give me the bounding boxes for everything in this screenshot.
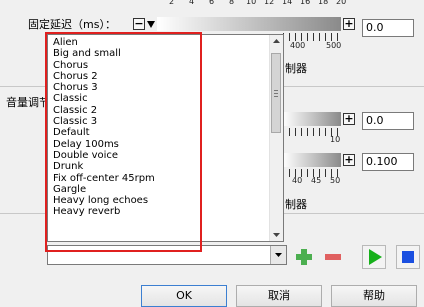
delay-slider-thumb[interactable] <box>146 18 156 30</box>
tick-number: 2 <box>169 0 175 6</box>
second-value-field[interactable]: 0.100 <box>362 153 414 171</box>
delay-slider-track[interactable] <box>157 17 341 31</box>
scroll-up-icon[interactable] <box>270 35 283 48</box>
scroll-down-icon[interactable] <box>270 228 283 241</box>
volume-label: 音量调节 <box>6 96 50 109</box>
tick-number: 14 <box>282 0 293 6</box>
tick-number: 16 <box>300 0 311 6</box>
delay-tick-label: 500 <box>326 41 342 50</box>
second-tick-label: 40 <box>292 176 303 185</box>
second-tick-label: 50 <box>330 176 341 185</box>
tick-number: 6 <box>209 0 215 6</box>
play-icon[interactable] <box>362 245 386 269</box>
second-slider-track[interactable] <box>283 153 341 167</box>
scroll-thumb[interactable] <box>271 53 281 133</box>
chevron-down-icon[interactable] <box>270 246 286 264</box>
volume-tick-label: 10 <box>330 135 341 144</box>
delay-label: 固定延迟（ms）： <box>28 18 116 31</box>
volume-value-field[interactable]: 0.0 <box>362 112 414 130</box>
delay-decrease-button[interactable]: − <box>133 18 145 30</box>
volume-slider-track[interactable] <box>283 112 341 126</box>
volume-increase-button[interactable]: + <box>343 113 355 125</box>
delay-increase-button[interactable]: + <box>343 18 355 30</box>
remove-preset-icon[interactable] <box>322 246 344 268</box>
tick-number: 20 <box>336 0 347 6</box>
tick-number: 8 <box>229 0 235 6</box>
tick-number: 4 <box>189 0 195 6</box>
tick-number: 12 <box>264 0 275 6</box>
delay-tick-label: 400 <box>290 41 306 50</box>
second-increase-button[interactable]: + <box>343 154 355 166</box>
tick-number: 18 <box>318 0 329 6</box>
list-scrollbar[interactable] <box>269 35 283 241</box>
delay-value-field[interactable]: 0.0 <box>362 19 414 37</box>
highlight-box <box>45 32 202 252</box>
stop-icon[interactable] <box>396 245 420 269</box>
controller-label: 制器 <box>285 62 307 75</box>
second-tick-label: 45 <box>311 176 322 185</box>
add-preset-icon[interactable] <box>293 246 315 268</box>
controller-label: 制器 <box>285 198 307 211</box>
top-tick-numbers: 2 4 6 8 10 12 14 16 18 20 <box>160 0 360 7</box>
delay-ticks <box>283 33 343 41</box>
tick-number: 10 <box>246 0 257 6</box>
